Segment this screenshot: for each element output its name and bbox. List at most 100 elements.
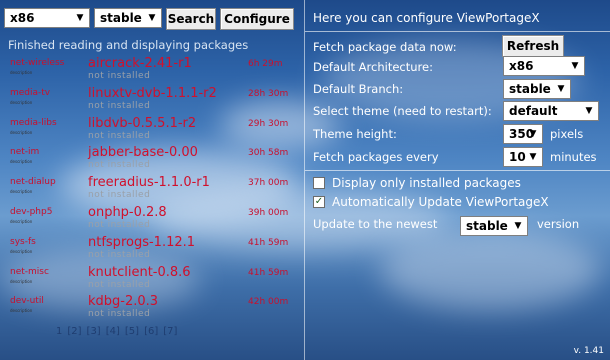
package-category[interactable]: net-misc	[10, 267, 49, 277]
package-time: 28h 30m	[248, 88, 289, 99]
page-link[interactable]: [3]	[87, 326, 101, 337]
branch-label: Default Branch:	[313, 82, 404, 96]
page-link[interactable]: [5]	[125, 326, 139, 337]
package-name[interactable]: libdvb-0.5.5.1-r2	[88, 116, 196, 131]
update-branch-select[interactable]: stable ▼	[460, 216, 528, 236]
package-category[interactable]: sys-fs	[10, 237, 36, 247]
category-description: description	[10, 159, 33, 165]
default-branch-select[interactable]: stable ▼	[503, 79, 571, 99]
refresh-button[interactable]: Refresh	[502, 35, 564, 57]
height-unit-label: pixels	[550, 127, 584, 141]
configure-button[interactable]: Configure	[220, 8, 294, 30]
package-row[interactable]: dev-php5 description onphp-0.2.8 not instal…	[0, 205, 304, 235]
package-category[interactable]: media-libs	[10, 118, 57, 128]
package-category[interactable]: net-dialup	[10, 177, 56, 187]
package-row[interactable]: dev-util description kdbg-2.0.3 not install…	[0, 294, 304, 324]
config-intro: Here you can configure ViewPortageX	[313, 11, 540, 25]
chevron-down-icon: ▼	[529, 129, 537, 139]
display-installed-label: Display only installed packages	[332, 176, 521, 190]
version-label: v. 1.41	[573, 346, 604, 356]
auto-update-checkbox[interactable]: ✓	[313, 196, 325, 208]
package-status: not installed	[88, 249, 151, 260]
package-row[interactable]: media-tv description linuxtv-dvb-1.1.1-r2 n…	[0, 86, 304, 116]
theme-height-label: Theme height:	[313, 127, 397, 141]
search-button[interactable]: Search	[166, 8, 216, 30]
package-row[interactable]: net-im description jabber-base-0.00 not ins…	[0, 145, 304, 175]
package-row[interactable]: media-libs description libdvb-0.5.5.1-r2 no…	[0, 116, 304, 146]
package-panel: x86 ▼ stable ▼ Search Configure Finished…	[0, 0, 304, 360]
package-category[interactable]: net-im	[10, 147, 39, 157]
package-list: net-wireless description aircrack-2.41-r1 n…	[0, 56, 304, 324]
chevron-down-icon: ▼	[557, 84, 565, 94]
chevron-down-icon: ▼	[148, 13, 156, 23]
package-name[interactable]: aircrack-2.41-r1	[88, 56, 192, 71]
package-status: not installed	[88, 190, 151, 201]
default-architecture-select[interactable]: x86 ▼	[503, 56, 585, 76]
package-status: not installed	[88, 100, 151, 111]
chevron-down-icon: ▼	[529, 152, 537, 162]
divider	[305, 31, 610, 32]
package-time: 29h 30m	[248, 118, 289, 129]
page-link[interactable]: [6]	[144, 326, 158, 337]
chevron-down-icon: ▼	[76, 13, 84, 23]
package-row[interactable]: net-misc description knutclient-0.8.6 not i…	[0, 265, 304, 295]
fetch-label: Fetch package data now:	[313, 40, 457, 54]
update-unit-label: version	[537, 217, 580, 231]
package-name[interactable]: knutclient-0.8.6	[88, 265, 191, 280]
package-time: 42h 00m	[248, 297, 289, 308]
category-description: description	[10, 189, 33, 195]
package-time: 39h 00m	[248, 207, 289, 218]
category-description: description	[10, 278, 33, 284]
page-link[interactable]: [7]	[163, 326, 177, 337]
package-status: not installed	[88, 71, 151, 81]
package-name[interactable]: ntfsprogs-1.12.1	[88, 235, 195, 250]
package-row[interactable]: net-wireless description aircrack-2.41-r1 n…	[0, 56, 304, 86]
architecture-label: Default Architecture:	[313, 60, 433, 74]
package-category[interactable]: net-wireless	[10, 58, 64, 68]
display-installed-checkbox[interactable]	[313, 177, 325, 189]
page-link[interactable]: [4]	[106, 326, 120, 337]
theme-height-select[interactable]: 350 ▼	[503, 124, 543, 144]
package-status: not installed	[88, 130, 151, 141]
update-to-label: Update to the newest	[313, 217, 438, 231]
package-status: not installed	[88, 219, 151, 230]
package-name[interactable]: jabber-base-0.00	[88, 145, 198, 160]
category-description: description	[10, 129, 33, 135]
package-time: 41h 59m	[248, 267, 289, 278]
fetch-interval-select[interactable]: 10 ▼	[503, 147, 543, 167]
package-name[interactable]: kdbg-2.0.3	[88, 294, 158, 309]
chevron-down-icon: ▼	[514, 221, 522, 231]
package-name[interactable]: freeradius-1.1.0-r1	[88, 175, 210, 190]
package-category[interactable]: dev-php5	[10, 207, 52, 217]
package-row[interactable]: net-dialup description freeradius-1.1.0-r1…	[0, 175, 304, 205]
category-description: description	[10, 70, 33, 75]
category-description: description	[10, 99, 33, 105]
page-link[interactable]: [2]	[67, 326, 81, 337]
pagination: 1 [2] [3] [4] [5] [6] [7]	[56, 326, 177, 337]
configuration-panel: Here you can configure ViewPortageX Fetc…	[305, 0, 610, 360]
package-status: not installed	[88, 160, 151, 171]
theme-label: Select theme (need to restart):	[313, 104, 492, 118]
theme-select[interactable]: default ▼	[503, 101, 599, 121]
package-status: not installed	[88, 279, 151, 290]
toolbar: x86 ▼ stable ▼ Search Configure	[4, 8, 294, 30]
package-category[interactable]: media-tv	[10, 88, 50, 98]
package-name[interactable]: linuxtv-dvb-1.1.1-r2	[88, 86, 217, 101]
auto-update-label: Automatically Update ViewPortageX	[332, 195, 549, 209]
divider	[305, 170, 610, 171]
chevron-down-icon: ▼	[585, 106, 593, 116]
category-description: description	[10, 308, 33, 314]
chevron-down-icon: ▼	[571, 61, 579, 71]
package-row[interactable]: sys-fs description ntfsprogs-1.12.1 not ins…	[0, 235, 304, 265]
package-time: 30h 58m	[248, 148, 289, 159]
package-time: 41h 59m	[248, 237, 289, 248]
category-description: description	[10, 218, 33, 224]
package-category[interactable]: dev-util	[10, 296, 44, 306]
fetch-every-label: Fetch packages every	[313, 150, 439, 164]
architecture-select[interactable]: x86 ▼	[4, 8, 90, 28]
package-time: 37h 00m	[248, 178, 289, 189]
package-status: not installed	[88, 309, 151, 320]
status-text: Finished reading and displaying packages	[8, 38, 249, 52]
branch-select[interactable]: stable ▼	[94, 8, 162, 28]
package-name[interactable]: onphp-0.2.8	[88, 205, 167, 220]
